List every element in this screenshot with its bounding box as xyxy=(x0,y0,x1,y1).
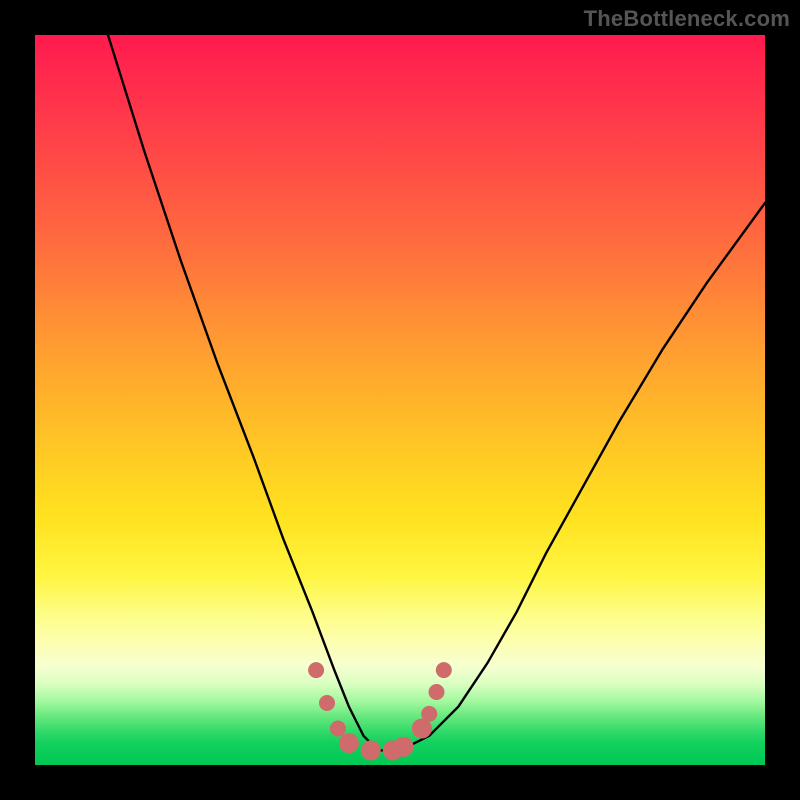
chart-frame: TheBottleneck.com xyxy=(0,0,800,800)
highlight-dot xyxy=(339,733,359,753)
highlight-dot xyxy=(436,662,452,678)
watermark-text: TheBottleneck.com xyxy=(584,6,790,32)
plot-area xyxy=(35,35,765,765)
highlight-dot xyxy=(319,695,335,711)
highlight-dot xyxy=(361,740,381,760)
bottleneck-curve xyxy=(108,35,765,750)
highlight-dot xyxy=(429,684,445,700)
highlight-dot xyxy=(330,721,346,737)
highlight-dots-group xyxy=(308,662,452,760)
chart-svg xyxy=(35,35,765,765)
highlight-dot xyxy=(308,662,324,678)
highlight-dot xyxy=(394,737,414,757)
highlight-dot xyxy=(421,706,437,722)
